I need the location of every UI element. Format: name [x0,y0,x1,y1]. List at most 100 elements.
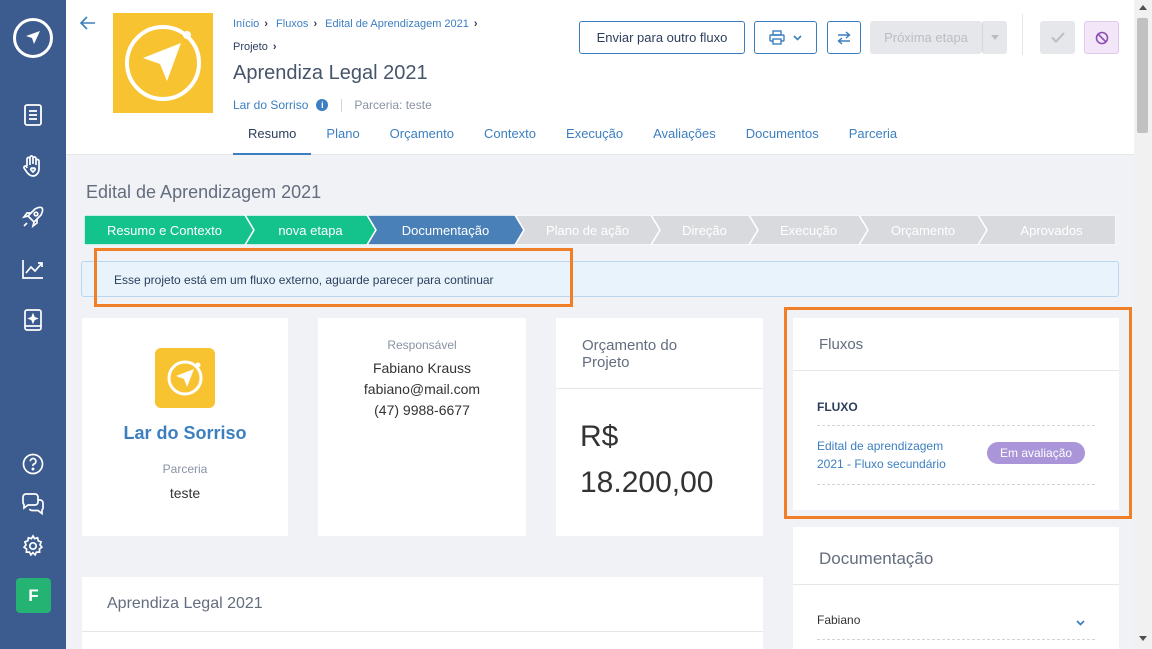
reject-button[interactable] [1084,21,1119,54]
budget-title: Orçamento do Projeto [582,337,678,371]
tab-contexto[interactable]: Contexto [469,118,551,155]
tab-plano[interactable]: Plano [311,118,374,155]
chat-icon[interactable] [18,489,48,519]
project-tabs: Resumo Plano Orçamento Contexto Execução… [233,118,912,155]
printer-icon [769,30,785,45]
breadcrumb-project: Projeto › [233,41,277,53]
budget-amount: R$ 18.200,00 [580,420,714,499]
flow-stepper: Resumo e Contexto nova etapa Documentação P… [83,214,1117,246]
documentation-item[interactable]: Fabiano [817,613,860,627]
budget-card: Orçamento do Projeto R$ 18.200,00 [556,318,763,536]
flow-link[interactable]: Edital de aprendizagem 2021 - Fluxo secu… [817,437,946,473]
breadcrumb-home[interactable]: Início [233,18,259,30]
project-summary-divider [82,631,763,632]
flows-row-divider-bottom [817,484,1095,485]
budget-divider [556,388,763,389]
breadcrumb: Início › Fluxos › Edital de Aprendizagem 2… [233,18,478,30]
step-5[interactable]: Direção [649,214,759,246]
ban-icon [1095,31,1108,44]
next-step-button[interactable]: Próxima etapa [870,21,982,54]
org-link[interactable]: Lar do Sorriso [233,98,308,112]
tab-documentos[interactable]: Documentos [731,118,834,155]
step-4[interactable]: Plano de ação [513,214,661,246]
info-icon[interactable]: i [316,99,329,111]
step-label: Resumo e Contexto [107,223,222,238]
chevron-down-icon[interactable] [1076,613,1085,631]
approve-button[interactable] [1040,21,1075,54]
breadcrumb-flows[interactable]: Fluxos [276,18,308,30]
swap-icon [837,30,851,45]
step-label: Aprovados [1020,223,1083,238]
tab-orcamento[interactable]: Orçamento [375,118,469,155]
settings-icon[interactable] [18,531,48,561]
back-arrow-icon[interactable] [79,14,96,35]
help-icon[interactable] [18,449,48,479]
external-flow-alert: Esse projeto está em um fluxo externo, a… [81,261,1119,297]
chevron-down-icon [793,34,802,41]
document-icon[interactable] [18,100,48,130]
org-name[interactable]: Lar do Sorriso [82,423,288,444]
flows-panel: Fluxos FLUXO Edital de aprendizagem 2021… [793,318,1119,510]
user-avatar[interactable]: F [16,578,51,613]
hand-heart-icon[interactable] [18,151,48,181]
caret-down-icon [991,35,999,40]
org-logo [155,348,215,408]
step-7[interactable]: Orçamento [857,214,988,246]
next-step-dropdown[interactable] [982,21,1007,54]
step-2[interactable]: nova etapa [243,214,377,246]
notebook-icon[interactable] [18,305,48,335]
step-label: Direção [682,223,727,238]
documentation-row-divider [817,639,1095,640]
sidebar: F [0,0,66,649]
project-meta: Lar do Sorriso i Parceria: teste [233,98,432,112]
flows-column-header: FLUXO [817,400,858,414]
meta-divider [341,98,343,112]
step-label: Documentação [402,223,489,238]
flow-title: Edital de Aprendizagem 2021 [86,182,322,202]
tab-resumo[interactable]: Resumo [233,118,312,155]
alert-text: Esse projeto está em um fluxo externo, a… [114,273,494,287]
step-label: Execução [780,223,837,238]
org-card-value: teste [169,485,201,501]
responsible-label: Responsável [387,338,457,352]
logo-icon[interactable] [13,18,53,58]
page-title: Aprendiza Legal 2021 [233,62,428,84]
tab-avaliacoes[interactable]: Avaliações [638,118,731,155]
print-button[interactable] [754,21,817,54]
status-badge: Em avaliação [987,442,1086,464]
documentation-divider [793,584,1119,585]
partnership-label: Parceria: teste [354,98,432,112]
chart-icon[interactable] [18,254,48,284]
org-card-label: Parceria [162,462,208,476]
scrollbar-thumb[interactable] [1137,18,1148,133]
rocket-icon[interactable] [18,202,48,232]
flows-title: Fluxos [819,336,864,353]
scroll-down-icon[interactable] [1139,636,1147,641]
project-header: Início › Fluxos › Edital de Aprendizagem 2… [66,0,1134,155]
step-label: nova etapa [278,223,343,238]
scrollbar[interactable] [1134,0,1152,649]
tab-execucao[interactable]: Execução [551,118,638,155]
tab-parceria[interactable]: Parceria [834,118,912,155]
project-logo [113,13,213,113]
responsible-card: Responsável Fabiano Krauss fabiano@mail.… [318,318,526,536]
check-icon [1050,32,1065,43]
org-card: Lar do Sorriso Parceria teste [82,318,288,536]
step-6[interactable]: Execução [747,214,869,246]
scroll-up-icon[interactable] [1139,5,1147,10]
step-1[interactable]: Resumo e Contexto [83,214,255,246]
send-to-flow-button[interactable]: Enviar para outro fluxo [579,21,745,54]
flows-row-divider-top [817,425,1095,426]
step-3[interactable]: Documentação [365,214,525,246]
responsible-name: Fabiano Krauss [372,360,472,376]
header-divider [1022,14,1023,55]
responsible-email: fabiano@mail.com [363,381,481,397]
swap-button[interactable] [827,21,861,54]
step-label: Orçamento [891,223,955,238]
documentation-title: Documentação [819,549,934,568]
step-8[interactable]: Aprovados [976,214,1117,246]
responsible-phone: (47) 9988-6677 [374,402,470,418]
project-summary-title: Aprendiza Legal 2021 [107,595,263,612]
step-label: Plano de ação [546,223,629,238]
breadcrumb-edital[interactable]: Edital de Aprendizagem 2021 [325,18,469,30]
